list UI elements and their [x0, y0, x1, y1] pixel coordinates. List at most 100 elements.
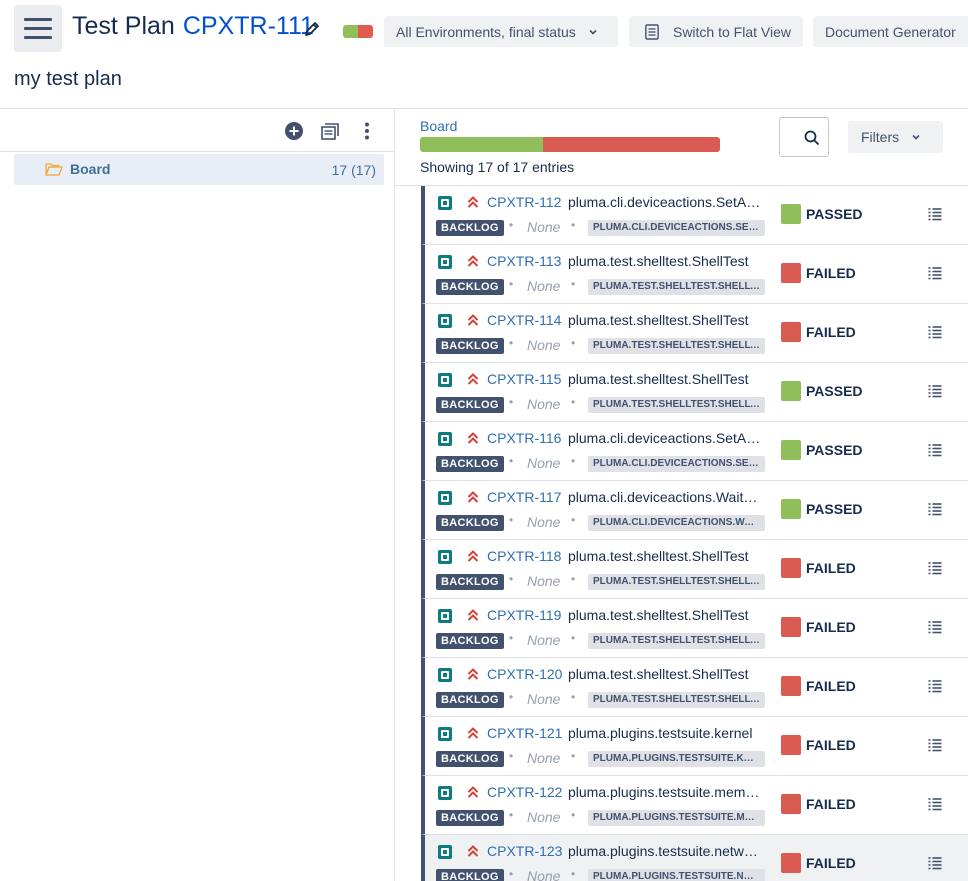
switch-to-flat-view-button[interactable]: Switch to Flat View [629, 16, 803, 47]
folder-tree-count: 17 (17) [331, 162, 376, 178]
test-row[interactable]: CPXTR-118 pluma.test.shelltest.ShellTest… [421, 540, 968, 599]
test-row[interactable]: CPXTR-121 pluma.plugins.testsuite.kernel… [421, 717, 968, 776]
label-tag: PLUMA.PLUGINS.TESTSUITE.KERNEL [588, 751, 765, 767]
details-list-icon[interactable] [928, 797, 942, 811]
test-key-link[interactable]: CPXTR-122 [487, 784, 562, 800]
separator-dot: • [571, 690, 576, 704]
result-status-square [781, 499, 801, 519]
details-list-icon[interactable] [928, 561, 942, 575]
result-status-square [781, 735, 801, 755]
result-status: FAILED [806, 737, 856, 753]
separator-dot: • [571, 808, 576, 822]
more-options-icon[interactable] [357, 121, 377, 141]
menu-button[interactable] [14, 5, 62, 52]
details-list-icon[interactable] [928, 738, 942, 752]
test-row[interactable]: CPXTR-114 pluma.test.shelltest.ShellTest… [421, 304, 968, 363]
label-tag: PLUMA.TEST.SHELLTEST.SHELLTEST [588, 397, 765, 413]
test-row[interactable]: CPXTR-117 pluma.cli.deviceactions.WaitAc… [421, 481, 968, 540]
test-summary[interactable]: pluma.plugins.testsuite.memory [568, 784, 763, 800]
test-key-link[interactable]: CPXTR-120 [487, 666, 562, 682]
details-list-icon[interactable] [928, 856, 942, 870]
test-key-link[interactable]: CPXTR-114 [487, 312, 561, 328]
assignee-value: None [527, 632, 561, 648]
search-button[interactable] [779, 117, 829, 157]
test-summary[interactable]: pluma.cli.deviceactions.SetAttrAction [568, 194, 763, 210]
status-badge: BACKLOG [436, 338, 504, 354]
label-tag: PLUMA.CLI.DEVICEACTIONS.SETATTRACTION [588, 220, 765, 236]
folder-tree-label: Board [70, 161, 111, 177]
test-summary[interactable]: pluma.cli.deviceactions.WaitAction [568, 489, 763, 505]
test-key-link[interactable]: CPXTR-119 [487, 607, 561, 623]
test-key-link[interactable]: CPXTR-117 [487, 489, 561, 505]
document-generator-label: Document Generator [825, 23, 956, 40]
test-row[interactable]: CPXTR-113 pluma.test.shelltest.ShellTest… [421, 245, 968, 304]
label-tag: PLUMA.PLUGINS.TESTSUITE.MEMORY [588, 810, 765, 826]
separator-dot: • [509, 218, 514, 232]
test-key-link[interactable]: CPXTR-116 [487, 430, 561, 446]
search-icon [804, 130, 820, 146]
test-row[interactable]: CPXTR-119 pluma.test.shelltest.ShellTest… [421, 599, 968, 658]
issue-key-link[interactable]: CPXTR-111 [183, 12, 314, 40]
test-key-link[interactable]: CPXTR-121 [487, 725, 562, 741]
test-row[interactable]: CPXTR-115 pluma.test.shelltest.ShellTest… [421, 363, 968, 422]
failed-segment [358, 25, 373, 38]
status-badge: BACKLOG [436, 397, 504, 413]
details-list-icon[interactable] [928, 384, 942, 398]
priority-high-icon [467, 314, 479, 326]
folder-tree-item-board[interactable]: Board 17 (17) [14, 154, 384, 185]
folder-panel: Board 17 (17) [0, 109, 395, 881]
assignee-value: None [527, 278, 561, 294]
document-generator-button[interactable]: Document Generator [813, 16, 968, 47]
board-breadcrumb-link[interactable]: Board [420, 118, 457, 134]
result-status: PASSED [806, 442, 863, 458]
result-status-square [781, 853, 801, 873]
priority-high-icon [467, 609, 479, 621]
separator-dot: • [571, 277, 576, 291]
environment-select[interactable]: All Environments, final status [384, 16, 618, 47]
result-status: FAILED [806, 619, 856, 635]
test-summary[interactable]: pluma.test.shelltest.ShellTest [568, 548, 763, 564]
details-list-icon[interactable] [928, 443, 942, 457]
label-tag: PLUMA.TEST.SHELLTEST.SHELLTEST [588, 279, 765, 295]
test-row[interactable]: CPXTR-112 pluma.cli.deviceactions.SetAtt… [421, 186, 968, 245]
test-summary[interactable]: pluma.plugins.testsuite.kernel [568, 725, 763, 741]
test-summary[interactable]: pluma.test.shelltest.ShellTest [568, 371, 763, 387]
test-summary[interactable]: pluma.plugins.testsuite.network [568, 843, 763, 859]
test-summary[interactable]: pluma.test.shelltest.ShellTest [568, 253, 763, 269]
assignee-value: None [527, 750, 561, 766]
test-row[interactable]: CPXTR-122 pluma.plugins.testsuite.memory… [421, 776, 968, 835]
details-list-icon[interactable] [928, 266, 942, 280]
pencil-icon[interactable] [303, 20, 321, 38]
test-key-link[interactable]: CPXTR-115 [487, 371, 561, 387]
test-key-link[interactable]: CPXTR-112 [487, 194, 561, 210]
details-list-icon[interactable] [928, 207, 942, 221]
test-key-link[interactable]: CPXTR-113 [487, 253, 561, 269]
progress-passed [420, 137, 543, 152]
assignee-value: None [527, 868, 561, 881]
details-list-icon[interactable] [928, 620, 942, 634]
test-type-icon [438, 727, 452, 741]
assignee-value: None [527, 337, 561, 353]
test-summary[interactable]: pluma.test.shelltest.ShellTest [568, 666, 763, 682]
test-summary[interactable]: pluma.cli.deviceactions.SetAttrAction [568, 430, 763, 446]
test-type-icon [438, 432, 452, 446]
details-list-icon[interactable] [928, 325, 942, 339]
result-status: FAILED [806, 855, 856, 871]
test-row[interactable]: CPXTR-123 pluma.plugins.testsuite.networ… [421, 835, 968, 881]
result-status: PASSED [806, 206, 863, 222]
test-row[interactable]: CPXTR-116 pluma.cli.deviceactions.SetAtt… [421, 422, 968, 481]
assignee-value: None [527, 514, 561, 530]
test-key-link[interactable]: CPXTR-123 [487, 843, 562, 859]
details-list-icon[interactable] [928, 502, 942, 516]
result-status-square [781, 676, 801, 696]
test-summary[interactable]: pluma.test.shelltest.ShellTest [568, 312, 763, 328]
test-summary[interactable]: pluma.test.shelltest.ShellTest [568, 607, 763, 623]
filters-button[interactable]: Filters [848, 121, 943, 153]
details-list-icon[interactable] [928, 679, 942, 693]
add-folder-icon[interactable] [284, 121, 304, 141]
test-row[interactable]: CPXTR-120 pluma.test.shelltest.ShellTest… [421, 658, 968, 717]
test-key-link[interactable]: CPXTR-118 [487, 548, 561, 564]
priority-high-icon [467, 196, 479, 208]
collapse-all-icon[interactable] [320, 121, 340, 141]
priority-high-icon [467, 550, 479, 562]
